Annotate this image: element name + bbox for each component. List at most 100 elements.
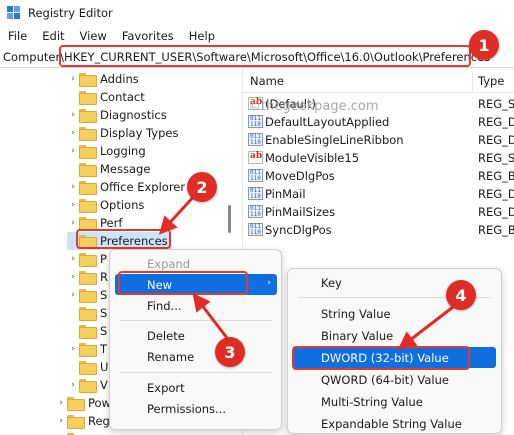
folder-icon — [79, 91, 97, 105]
new-expandable-string-value[interactable]: Expandable String Value — [293, 413, 496, 434]
folder-icon — [79, 127, 97, 141]
address-root-label: Computer\ — [3, 49, 65, 64]
step-badge-1: 1 — [469, 30, 499, 60]
value-row[interactable]: abModuleVisible15 REG_SZ — [243, 149, 514, 167]
value-type: REG_SZ — [478, 151, 514, 165]
tree-scrollbar-thumb[interactable] — [228, 205, 231, 233]
value-name: PinMailSizes — [265, 205, 336, 219]
string-value-icon: ab — [248, 151, 263, 164]
folder-icon — [79, 361, 97, 375]
value-type: REG_SZ — [478, 97, 514, 111]
chevron-right-icon[interactable]: › — [67, 110, 79, 120]
binary-value-icon: 011 110 — [248, 205, 263, 218]
value-name: EnableSingleLineRibbon — [265, 133, 404, 147]
new-multi-string-value[interactable]: Multi-String Value — [293, 391, 496, 412]
binary-value-icon: 011 110 — [248, 187, 263, 200]
new-binary-value[interactable]: Binary Value — [293, 325, 496, 346]
new-qword-value[interactable]: QWORD (64-bit) Value — [293, 369, 496, 390]
chevron-right-icon[interactable]: › — [55, 416, 67, 426]
tree-item[interactable]: Contact — [67, 88, 227, 106]
registry-editor-icon — [7, 6, 21, 20]
value-row[interactable]: 011 110PinMail REG_DW — [243, 185, 514, 203]
column-divider[interactable] — [472, 71, 473, 91]
menu-help[interactable]: Help — [189, 29, 215, 43]
tree-item-label: Logging — [100, 144, 146, 158]
title-bar: Registry Editor — [0, 0, 514, 26]
chevron-right-icon[interactable]: › — [67, 380, 79, 390]
value-row[interactable]: 011 110DefaultLayoutApplied REG_DW — [243, 113, 514, 131]
new-highlight-box — [118, 271, 248, 295]
chevron-right-icon[interactable]: › — [67, 254, 79, 264]
tree-item[interactable]: › Addins — [67, 70, 227, 88]
folder-icon — [79, 145, 97, 159]
tree-item-label: S — [100, 324, 108, 338]
tree-item-label: R — [100, 270, 108, 284]
value-name: ModuleVisible15 — [265, 151, 360, 165]
folder-icon — [79, 217, 97, 231]
tree-item[interactable]: › Display Types — [67, 124, 227, 142]
tree-item-label: T — [100, 342, 108, 356]
binary-value-icon: 011 110 — [248, 115, 263, 128]
folder-icon — [79, 307, 97, 321]
tree-item-label: Message — [100, 162, 151, 176]
context-separator — [120, 372, 272, 373]
address-highlight-box — [59, 45, 471, 67]
chevron-right-icon[interactable]: › — [55, 398, 67, 408]
folder-icon — [79, 253, 97, 267]
menu-file[interactable]: File — [8, 29, 27, 43]
value-name: DefaultLayoutApplied — [265, 115, 390, 129]
value-name: MoveDlgPos — [265, 169, 335, 183]
tree-item-label: Diagnostics — [100, 108, 167, 122]
value-type: REG_DW — [478, 133, 514, 147]
chevron-right-icon[interactable]: › — [67, 128, 79, 138]
chevron-right-icon[interactable]: › — [67, 290, 79, 300]
tree-item-label: S — [100, 288, 108, 302]
folder-icon — [79, 163, 97, 177]
tree-item[interactable]: › Diagnostics — [67, 106, 227, 124]
context-delete[interactable]: Delete — [115, 325, 277, 346]
context-permissions[interactable]: Permissions... — [115, 398, 277, 419]
chevron-right-icon[interactable]: › — [67, 74, 79, 84]
value-type: REG_BI — [478, 223, 514, 237]
value-type: REG_BI — [478, 169, 514, 183]
context-export[interactable]: Export — [115, 377, 277, 398]
value-row[interactable]: 011 110MoveDlgPos REG_BI — [243, 167, 514, 185]
chevron-right-icon[interactable]: › — [67, 218, 79, 228]
value-row[interactable]: 011 110EnableSingleLineRibbon REG_DW — [243, 131, 514, 149]
folder-icon — [79, 181, 97, 195]
chevron-right-icon[interactable]: › — [67, 344, 79, 354]
tree-item-label: U — [100, 360, 109, 374]
chevron-right-icon[interactable]: › — [67, 272, 79, 282]
chevron-right-icon[interactable]: › — [67, 200, 79, 210]
watermark: ©thegeekpage.com — [248, 99, 379, 114]
tree-item-label: Options — [100, 198, 145, 212]
binary-value-icon: 011 110 — [248, 169, 263, 182]
tree-item-label: P — [100, 252, 107, 266]
folder-icon — [79, 343, 97, 357]
tree-item[interactable]: › Logging — [67, 142, 227, 160]
value-row[interactable]: 011 110PinMailSizes REG_DW — [243, 203, 514, 221]
menu-favorites[interactable]: Favorites — [122, 29, 174, 43]
value-name: SyncDlgPos — [265, 223, 332, 237]
chevron-right-icon[interactable]: › — [67, 146, 79, 156]
menu-edit[interactable]: Edit — [42, 29, 64, 43]
chevron-right-icon[interactable]: › — [67, 182, 79, 192]
tree-item-label: S — [100, 306, 108, 320]
submenu-arrow-icon: › — [267, 278, 271, 288]
folder-icon — [79, 289, 97, 303]
value-row[interactable]: 011 110SyncDlgPos REG_BI — [243, 221, 514, 239]
binary-value-icon: 011 110 — [248, 133, 263, 146]
folder-icon — [79, 379, 97, 393]
context-rename[interactable]: Rename — [115, 346, 277, 367]
tree-item-label: Display Types — [100, 126, 179, 140]
column-header-type[interactable]: Type — [478, 74, 504, 88]
folder-icon — [79, 271, 97, 285]
tree-item-label: V — [100, 378, 108, 392]
menu-view[interactable]: View — [80, 29, 107, 43]
column-header-name[interactable]: Name — [250, 74, 284, 88]
dword-highlight-box — [292, 346, 470, 370]
tree-item-label: Perf — [100, 216, 123, 230]
tree-item[interactable]: › — [55, 430, 215, 435]
preferences-highlight-box — [76, 229, 171, 249]
context-find[interactable]: Find... — [115, 295, 277, 316]
